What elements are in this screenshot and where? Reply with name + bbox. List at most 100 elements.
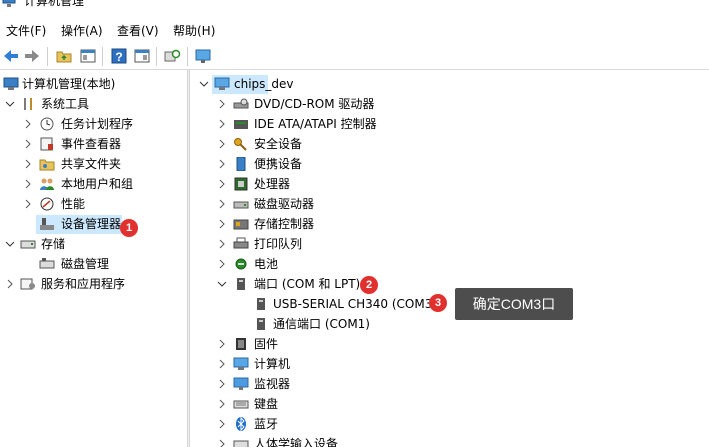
chevron-right-icon[interactable]	[216, 374, 228, 394]
help-icon[interactable]: ?	[110, 47, 128, 65]
computer-icon	[233, 357, 249, 370]
back-icon[interactable]	[2, 47, 20, 65]
ide-controller-icon	[234, 120, 248, 129]
tree-label: 任务计划程序	[61, 117, 134, 131]
device-category-processor[interactable]: 处理器	[196, 174, 696, 194]
firmware-icon	[236, 338, 246, 350]
menu-help[interactable]: 帮助(H)	[173, 23, 215, 39]
device-category-bluetooth[interactable]: 蓝牙	[196, 414, 696, 434]
tools-icon	[24, 98, 32, 110]
tree-item-local-users[interactable]: 本地用户和组	[0, 174, 186, 194]
chevron-down-icon[interactable]	[198, 74, 210, 94]
device-category-ide[interactable]: IDE ATA/ATAPI 控制器	[196, 114, 696, 134]
scan-hardware-icon[interactable]	[163, 47, 181, 65]
chevron-right-icon[interactable]	[22, 134, 34, 154]
pane-splitter[interactable]	[187, 70, 190, 447]
device-category-ports[interactable]: 端口 (COM 和 LPT)	[196, 274, 696, 294]
tree-item-event-viewer[interactable]: 事件查看器	[0, 134, 186, 154]
chevron-right-icon[interactable]	[216, 394, 228, 414]
chevron-right-icon[interactable]	[216, 154, 228, 174]
tree-item-storage[interactable]: 存储	[0, 234, 186, 254]
device-category-print-queue[interactable]: 打印队列	[196, 234, 696, 254]
chevron-right-icon[interactable]	[216, 114, 228, 134]
annotation-tooltip: 确定COM3口	[455, 288, 573, 320]
event-viewer-icon	[40, 137, 53, 151]
tree-item-shared-folders[interactable]: 共享文件夹	[0, 154, 186, 174]
tree-item-device-manager[interactable]: 设备管理器	[0, 214, 186, 234]
up-folder-icon[interactable]	[55, 47, 73, 65]
show-hide-tree-icon[interactable]	[79, 47, 97, 65]
storage-icon	[20, 240, 36, 249]
device-tree-root[interactable]: chips_dev	[196, 74, 696, 94]
users-icon	[40, 178, 54, 190]
tree-item-task-scheduler[interactable]: 任务计划程序	[0, 114, 186, 134]
chevron-right-icon[interactable]	[216, 134, 228, 154]
device-comm-port-com1[interactable]: 通信端口 (COM1)	[196, 314, 696, 334]
device-category-firmware[interactable]: 固件	[196, 334, 696, 354]
device-category-storage-controller[interactable]: 存储控制器	[196, 214, 696, 234]
device-category-security[interactable]: 安全设备	[196, 134, 696, 154]
tree-label: 安全设备	[254, 137, 303, 151]
tree-item-disk-management[interactable]: 磁盘管理	[0, 254, 186, 274]
tree-label: 共享文件夹	[61, 157, 122, 171]
chevron-right-icon[interactable]	[216, 254, 228, 274]
chevron-right-icon[interactable]	[22, 114, 34, 134]
chevron-right-icon[interactable]	[216, 414, 228, 434]
device-category-disk[interactable]: 磁盘驱动器	[196, 194, 696, 214]
services-icon	[20, 278, 35, 290]
chevron-right-icon[interactable]	[216, 234, 228, 254]
tree-label: 计算机	[254, 357, 291, 371]
menu-action[interactable]: 操作(A)	[61, 23, 103, 39]
computer-management-icon	[2, 0, 16, 7]
storage-controller-icon	[233, 219, 249, 230]
portable-device-icon	[236, 157, 246, 171]
chevron-down-icon[interactable]	[216, 274, 228, 294]
device-category-monitor[interactable]: 监视器	[196, 374, 696, 394]
tree-item-performance[interactable]: 性能	[0, 194, 186, 214]
tree-label: 电池	[254, 257, 279, 271]
clock-icon	[40, 117, 54, 131]
computer-management-icon	[3, 77, 19, 90]
tree-item-root[interactable]: 计算机管理(本地)	[0, 74, 186, 94]
chevron-down-icon[interactable]	[4, 234, 16, 254]
keyboard-icon	[233, 400, 249, 409]
menu-view[interactable]: 查看(V)	[117, 23, 159, 39]
device-category-hid[interactable]: 人体学输入设备	[196, 434, 696, 447]
chevron-right-icon[interactable]	[216, 354, 228, 374]
forward-icon[interactable]	[23, 47, 41, 65]
device-category-portable[interactable]: 便携设备	[196, 154, 696, 174]
printer-icon	[233, 237, 249, 249]
monitor-icon[interactable]	[194, 47, 212, 65]
tree-label: chips_dev	[234, 77, 294, 91]
menu-bar: 文件(F) 操作(A) 查看(V) 帮助(H)	[0, 20, 709, 42]
device-category-battery[interactable]: 电池	[196, 254, 696, 274]
window-title: 计算机管理	[24, 0, 85, 8]
chevron-right-icon[interactable]	[216, 214, 228, 234]
device-category-computer[interactable]: 计算机	[196, 354, 696, 374]
chevron-right-icon[interactable]	[216, 174, 228, 194]
device-category-keyboard[interactable]: 键盘	[196, 394, 696, 414]
chevron-down-icon[interactable]	[4, 94, 16, 114]
chevron-right-icon[interactable]	[22, 154, 34, 174]
menu-file[interactable]: 文件(F)	[6, 23, 46, 39]
chevron-right-icon[interactable]	[216, 334, 228, 354]
tree-item-system-tools[interactable]: 系统工具	[0, 94, 186, 114]
chevron-right-icon[interactable]	[216, 194, 228, 214]
svg-text:?: ?	[115, 50, 122, 64]
tree-label: 处理器	[254, 177, 291, 191]
chevron-right-icon[interactable]	[22, 194, 34, 214]
hid-icon	[233, 440, 249, 447]
performance-icon	[40, 197, 54, 211]
chevron-right-icon[interactable]	[4, 274, 16, 294]
chevron-right-icon[interactable]	[216, 94, 228, 114]
title-bar: 计算机管理	[0, 0, 709, 16]
tree-label: 监视器	[254, 377, 291, 391]
tree-label: 磁盘驱动器	[254, 197, 315, 211]
tree-label: 服务和应用程序	[41, 277, 126, 291]
device-category-dvd[interactable]: DVD/CD-ROM 驱动器	[196, 94, 696, 114]
properties-icon[interactable]	[133, 47, 151, 65]
port-icon	[257, 298, 265, 310]
tree-item-services-apps[interactable]: 服务和应用程序	[0, 274, 186, 294]
chevron-right-icon[interactable]	[216, 434, 228, 447]
chevron-right-icon[interactable]	[22, 174, 34, 194]
